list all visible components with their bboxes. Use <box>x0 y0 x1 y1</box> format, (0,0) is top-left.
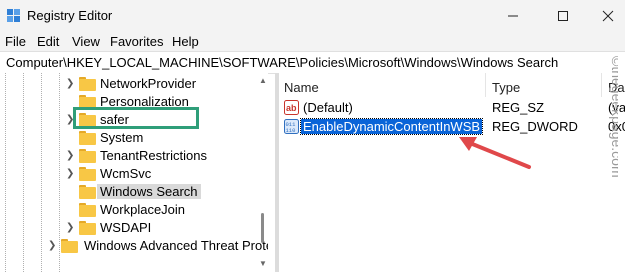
menu-edit[interactable]: Edit <box>37 34 59 49</box>
tree-item-label: System <box>100 130 144 145</box>
highlight-box <box>73 107 199 129</box>
string-value-icon: ab <box>284 100 299 115</box>
svg-text:ab: ab <box>286 103 297 113</box>
tree-item-label: WSDAPI <box>100 220 152 235</box>
menu-favorites[interactable]: Favorites <box>110 34 163 49</box>
value-name: (Default) <box>303 100 353 115</box>
folder-icon <box>79 185 96 199</box>
tree-item-label: TenantRestrictions <box>100 148 207 163</box>
tree-item-windows-advanced-threat-protection[interactable]: ❯ Windows Advanced Threat Prote <box>0 235 268 257</box>
window-title: Registry Editor <box>27 8 113 23</box>
value-row-default[interactable]: ab (Default) REG_SZ (va <box>279 98 625 118</box>
minimize-button[interactable] <box>490 0 536 31</box>
folder-icon <box>61 239 78 253</box>
annotation-arrow-icon <box>459 137 531 169</box>
column-separator[interactable] <box>485 73 486 97</box>
values-pane[interactable]: Name Type Da ab (Default) REG_SZ (va 011… <box>279 73 625 272</box>
close-icon <box>602 10 614 21</box>
folder-icon <box>79 149 96 163</box>
chevron-right-icon[interactable]: ❯ <box>66 150 76 162</box>
chevron-right-icon[interactable]: ❯ <box>66 78 76 90</box>
tree-pane[interactable]: ❯ NetworkProvider Personalization ❯ safe… <box>0 73 268 272</box>
watermark: ©thegeekpage.com <box>609 56 618 178</box>
folder-icon <box>79 167 96 181</box>
tree-item-label: WcmSvc <box>100 166 152 181</box>
svg-text:©thegeekpage.com: ©thegeekpage.com <box>609 56 618 178</box>
tree-item-label: WorkplaceJoin <box>100 202 186 217</box>
column-header-type[interactable]: Type <box>492 80 520 95</box>
maximize-icon <box>558 10 568 21</box>
binary-value-icon: 011 110 <box>284 119 299 134</box>
folder-icon <box>79 221 96 235</box>
menu-file[interactable]: File <box>5 34 26 49</box>
scroll-up-icon[interactable]: ▲ <box>259 76 267 85</box>
menu-view[interactable]: View <box>72 34 100 49</box>
tree-scrollbar[interactable]: ▲ ▼ <box>258 73 268 272</box>
tree-item-label: Windows Advanced Threat Prote <box>84 238 268 253</box>
minimize-icon <box>508 15 518 16</box>
title-bar: Registry Editor <box>0 0 625 31</box>
folder-icon <box>79 203 96 217</box>
address-path[interactable]: Computer\HKEY_LOCAL_MACHINE\SOFTWARE\Pol… <box>6 55 558 70</box>
close-button[interactable] <box>585 0 625 31</box>
svg-text:110: 110 <box>286 127 296 134</box>
chevron-right-icon[interactable]: ❯ <box>66 168 76 180</box>
menu-bar: File Edit View Favorites Help <box>0 31 625 51</box>
value-row-enabledynamiccontentinwsb[interactable]: 011 110 EnableDynamicContentInWSB REG_DW… <box>279 117 625 137</box>
maximize-button[interactable] <box>540 0 586 31</box>
value-type: REG_SZ <box>492 100 545 115</box>
column-header-name[interactable]: Name <box>284 80 319 95</box>
tree-item-label: Windows Search <box>97 184 201 199</box>
address-bar[interactable]: Computer\HKEY_LOCAL_MACHINE\SOFTWARE\Pol… <box>0 51 625 74</box>
chevron-right-icon[interactable]: ❯ <box>48 240 58 252</box>
folder-icon <box>79 131 96 145</box>
folder-icon <box>79 77 96 91</box>
tree-item-label: NetworkProvider <box>100 76 197 91</box>
menu-help[interactable]: Help <box>172 34 199 49</box>
registry-editor-icon <box>7 9 20 22</box>
scroll-thumb[interactable] <box>261 213 264 243</box>
chevron-right-icon[interactable]: ❯ <box>66 222 76 234</box>
scroll-down-icon[interactable]: ▼ <box>259 259 267 268</box>
